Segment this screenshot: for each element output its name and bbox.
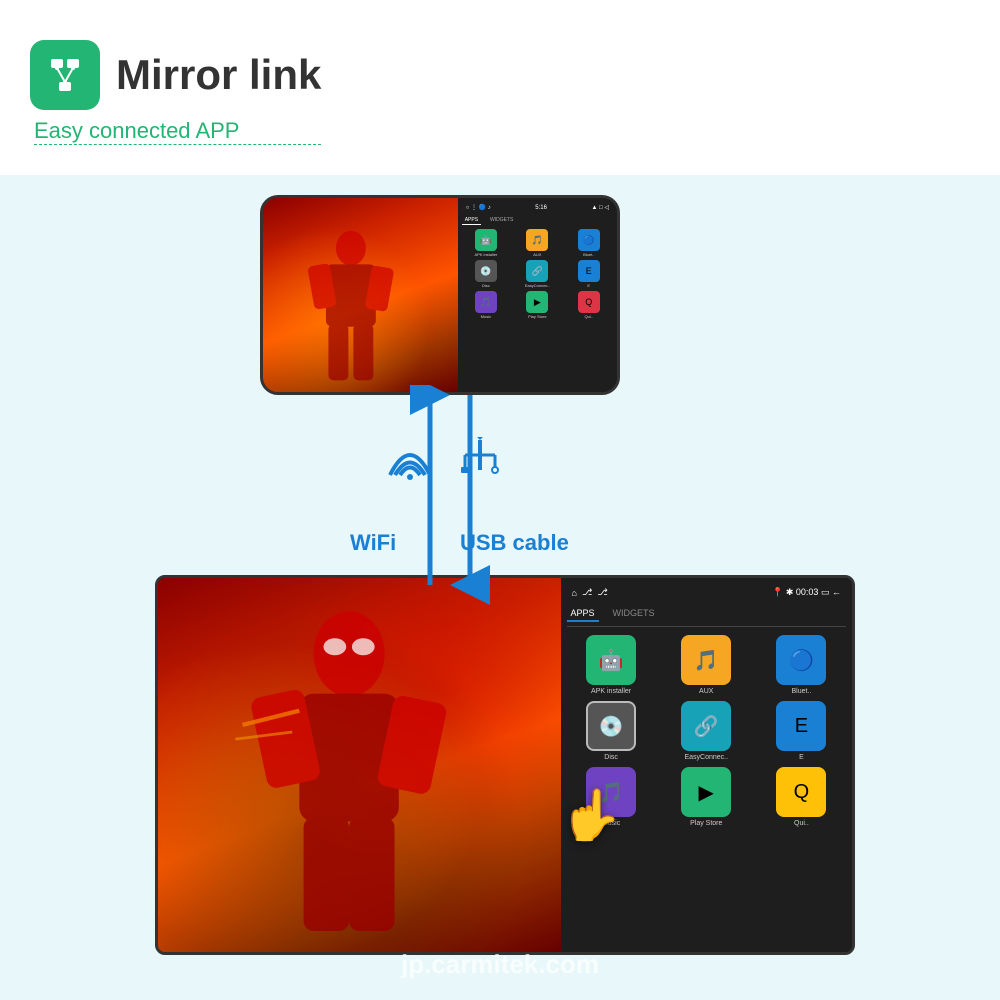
car-app-disc-label: Disc: [604, 754, 618, 761]
spiderman-figure-large: [178, 597, 520, 952]
watermark-text: jp.carmitek.com: [401, 949, 599, 980]
phone-app-e-icon: E: [578, 260, 600, 282]
car-app-qui-icon: Q: [776, 767, 826, 817]
mirror-link-icon: [43, 53, 87, 97]
car-app-aux-label: AUX: [699, 688, 713, 695]
page-title: Mirror link: [116, 51, 321, 99]
subtitle-label: Easy connected APP: [34, 118, 321, 145]
list-item[interactable]: 🎵 Music: [462, 291, 510, 319]
car-app-apk-label: APK installer: [591, 688, 631, 695]
phone-app-play-label: Play Store: [528, 314, 546, 319]
phone-app-easy-icon: 🔗: [526, 260, 548, 282]
car-app-qui-label: Qui..: [794, 820, 809, 827]
list-item[interactable]: 💿 Disc: [567, 701, 656, 761]
phone-app-disc-icon: 💿: [475, 260, 497, 282]
phone-app-qui-icon: Q: [578, 291, 600, 313]
phone-tabs: APPS WIDGETS: [462, 216, 613, 225]
car-app-blue-label: Bluet..: [791, 688, 811, 695]
diagram-area: ○ ⋮ 🔵 ♪ 5:16 ▲ □ ◁ APPS WIDGETS 🤖 APK in…: [0, 175, 1000, 1000]
phone-screen-media: [263, 198, 458, 392]
header-section: Mirror link Easy connected APP: [30, 40, 321, 145]
phone-app-blue-icon: 🔵: [578, 229, 600, 251]
list-item[interactable]: 🔗 EasyConnec..: [513, 260, 561, 288]
car-app-play-icon: ▶: [681, 767, 731, 817]
car-tab-widgets[interactable]: WIDGETS: [609, 606, 659, 622]
car-app-e-label: E: [799, 754, 804, 761]
header-title-row: Mirror link: [30, 40, 321, 110]
car-app-aux-icon: 🎵: [681, 635, 731, 685]
hand-cursor-icon: 👆: [560, 786, 622, 845]
list-item[interactable]: E E: [757, 701, 846, 761]
list-item[interactable]: 🤖 APK installer: [462, 229, 510, 257]
list-item[interactable]: 🔵 Bluet..: [565, 229, 613, 257]
phone-app-qui-label: Qui..: [585, 314, 593, 319]
phone-status-bar: ○ ⋮ 🔵 ♪ 5:16 ▲ □ ◁: [462, 202, 613, 213]
car-app-easy-label: EasyConnec..: [684, 754, 728, 761]
list-item[interactable]: 🤖 APK installer: [567, 635, 656, 695]
list-item[interactable]: Q Qui..: [565, 291, 613, 319]
list-item[interactable]: 🔗 EasyConnec..: [662, 701, 751, 761]
car-tabs: APPS WIDGETS: [567, 606, 846, 627]
phone-side-button: [617, 256, 620, 286]
phone-apps-grid: 🤖 APK installer 🎵 AUX 🔵 Bluet.. 💿 Disc 🔗: [462, 229, 613, 319]
list-item[interactable]: 🎵 AUX: [662, 635, 751, 695]
list-item[interactable]: 🔵 Bluet..: [757, 635, 846, 695]
phone-app-disc-label: Disc: [482, 283, 490, 288]
car-unit-apps: ⌂ ⎇ ⎇ 📍 ✱ 00:03 ▭ ← APPS WIDGETS 🤖: [561, 578, 852, 952]
phone-app-aux-icon: 🎵: [526, 229, 548, 251]
phone-app-apk-label: APK installer: [474, 252, 497, 257]
phone-app-aux-label: AUX: [533, 252, 541, 257]
connection-arrows: [340, 385, 560, 605]
spiderman-silhouette-small: [273, 217, 429, 392]
list-item[interactable]: Q Qui..: [757, 767, 846, 827]
car-tab-apps[interactable]: APPS: [567, 606, 599, 622]
car-app-e-icon: E: [776, 701, 826, 751]
car-head-unit: ⌂ ⎇ ⎇ 📍 ✱ 00:03 ▭ ← APPS WIDGETS 🤖: [155, 575, 855, 955]
phone-tab-apps[interactable]: APPS: [462, 216, 481, 225]
car-status-bar: ⌂ ⎇ ⎇ 📍 ✱ 00:03 ▭ ←: [567, 584, 846, 601]
car-app-blue-icon: 🔵: [776, 635, 826, 685]
phone-app-e-label: E: [587, 283, 590, 288]
car-app-disc-icon: 💿: [586, 701, 636, 751]
phone-app-easy-label: EasyConnec..: [525, 283, 550, 288]
phone-app-music-label: Music: [481, 314, 491, 319]
phone-tab-widgets[interactable]: WIDGETS: [487, 216, 516, 225]
car-app-easy-icon: 🔗: [681, 701, 731, 751]
phone-app-play-icon: ▶: [526, 291, 548, 313]
phone-app-blue-label: Bluet..: [583, 252, 594, 257]
phone-app-music-icon: 🎵: [475, 291, 497, 313]
phone-screen-apps: ○ ⋮ 🔵 ♪ 5:16 ▲ □ ◁ APPS WIDGETS 🤖 APK in…: [458, 198, 617, 392]
phone-app-apk-icon: 🤖: [475, 229, 497, 251]
car-app-apk-icon: 🤖: [586, 635, 636, 685]
phone-device: ○ ⋮ 🔵 ♪ 5:16 ▲ □ ◁ APPS WIDGETS 🤖 APK in…: [260, 195, 620, 395]
list-item[interactable]: ▶ Play Store: [662, 767, 751, 827]
list-item[interactable]: 🎵 AUX: [513, 229, 561, 257]
list-item[interactable]: 💿 Disc: [462, 260, 510, 288]
list-item[interactable]: E E: [565, 260, 613, 288]
car-status-icons: ⌂ ⎇ ⎇: [572, 587, 608, 598]
car-status-right: 📍 ✱ 00:03 ▭ ←: [772, 587, 841, 598]
mirror-link-icon-bg: [30, 40, 100, 110]
car-app-play-label: Play Store: [690, 820, 722, 827]
car-unit-media: [158, 578, 561, 952]
list-item[interactable]: ▶ Play Store: [513, 291, 561, 319]
